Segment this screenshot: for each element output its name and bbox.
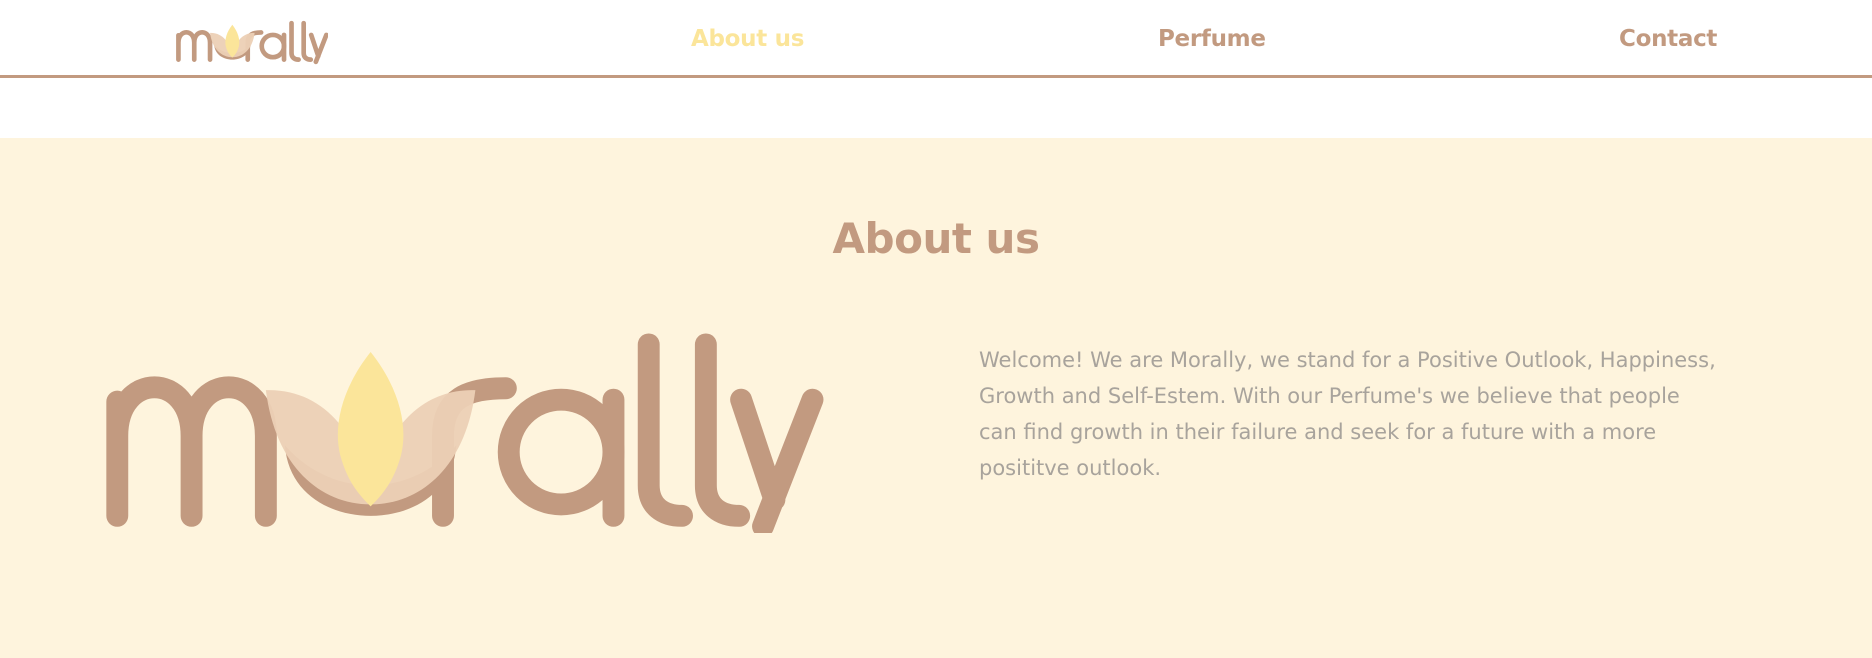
nav-link-perfume[interactable]: Perfume bbox=[1158, 26, 1266, 52]
about-description: Welcome! We are Morally, we stand for a … bbox=[979, 348, 1716, 480]
nav-link-about-us[interactable]: About us bbox=[691, 26, 804, 52]
about-title: About us bbox=[832, 214, 1040, 263]
top-navbar: About us Perfume Contact bbox=[0, 0, 1872, 78]
nav-link-contact[interactable]: Contact bbox=[1619, 26, 1717, 52]
about-section: About us Welcome! We are Morally, we sta… bbox=[0, 138, 1872, 658]
about-brand-logo bbox=[90, 333, 836, 538]
morally-logo-icon bbox=[176, 20, 329, 65]
brand-logo[interactable] bbox=[176, 18, 329, 66]
morally-logo-large-icon bbox=[106, 333, 824, 538]
